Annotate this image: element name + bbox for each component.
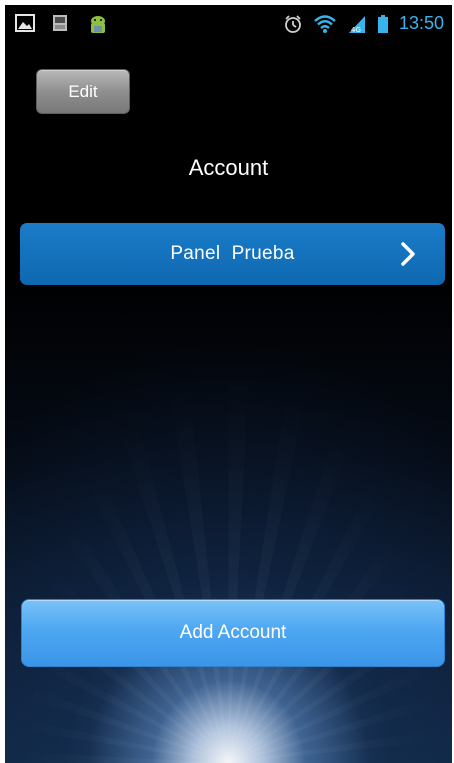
image-icon	[15, 14, 35, 32]
add-account-button[interactable]: Add Account	[21, 599, 445, 667]
background-rays	[5, 243, 452, 763]
account-row-panel-prueba[interactable]: Panel Prueba	[20, 223, 445, 285]
signal-icon: 4G	[347, 14, 367, 34]
edit-button[interactable]: Edit	[36, 69, 130, 114]
alarm-icon	[283, 14, 303, 33]
svg-text:4G: 4G	[351, 26, 361, 34]
chevron-right-icon	[395, 240, 421, 268]
page-title: Account	[188, 155, 269, 180]
battery-icon	[377, 14, 389, 33]
wifi-icon	[313, 14, 337, 33]
status-bar: 4G 13:50	[5, 5, 452, 41]
sim-3g-icon	[51, 14, 71, 32]
android-icon	[87, 14, 107, 33]
status-time: 13:50	[398, 12, 444, 33]
account-label: Panel Prueba	[170, 243, 295, 264]
app-screen: 4G 13:50 Edit Account Panel Prueba Add A…	[5, 5, 452, 763]
